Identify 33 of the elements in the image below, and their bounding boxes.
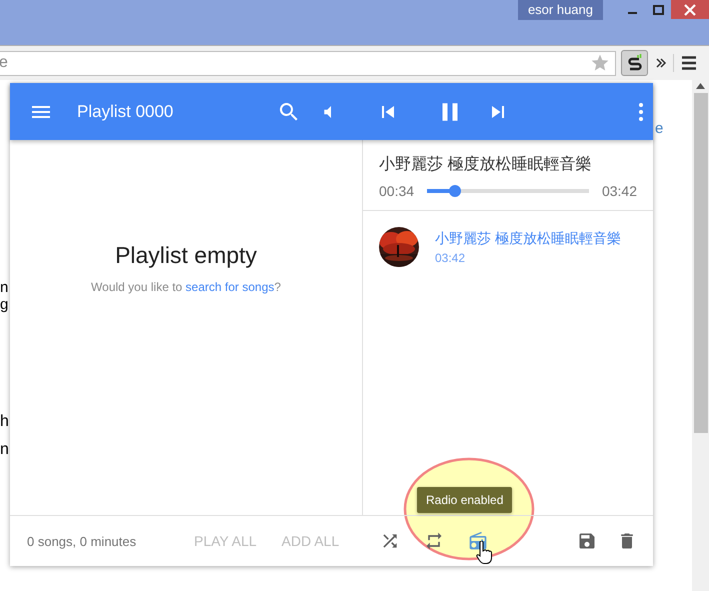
page-text: g <box>0 297 10 312</box>
address-bar[interactable]: e <box>0 50 616 76</box>
elapsed-time: 00:34 <box>379 183 414 199</box>
bookmark-star-icon[interactable] <box>590 53 610 73</box>
playlist-title: Playlist 0000 <box>77 102 174 122</box>
overflow-chevron-icon[interactable] <box>655 57 667 69</box>
slider-handle[interactable] <box>448 185 461 197</box>
extension-button[interactable] <box>621 50 648 76</box>
scroll-up-icon[interactable] <box>696 83 705 89</box>
address-text: e <box>0 54 8 71</box>
minimize-icon <box>628 12 636 14</box>
duration-time: 03:42 <box>602 183 637 199</box>
track-title: 小野麗莎 極度放松睡眠輕音樂 <box>379 154 592 175</box>
close-icon <box>684 4 696 16</box>
playlist-summary: 0 songs, 0 minutes <box>27 534 138 548</box>
page-text: n <box>0 442 10 458</box>
scrollbar-thumb[interactable] <box>694 93 708 433</box>
extension-icon <box>626 53 644 73</box>
page-text: n <box>0 280 10 295</box>
empty-message: Would you like to search for songs? <box>91 280 281 294</box>
profile-name[interactable]: esor huang <box>518 0 603 20</box>
tooltip: Radio enabled <box>417 487 512 513</box>
queue-track-duration: 03:42 <box>435 250 466 264</box>
queue-track-title[interactable]: 小野麗莎 極度放松睡眠輕音樂 <box>435 230 621 248</box>
page-text: h <box>0 414 10 430</box>
close-button[interactable] <box>671 0 709 19</box>
maximize-icon <box>652 4 664 14</box>
empty-title: Playlist empty <box>115 242 257 269</box>
menu-icon[interactable] <box>682 56 696 70</box>
save-icon <box>577 531 597 551</box>
link-text[interactable]: e <box>655 120 692 137</box>
search-link[interactable]: search for songs <box>186 280 274 294</box>
repeat-icon <box>424 531 444 551</box>
